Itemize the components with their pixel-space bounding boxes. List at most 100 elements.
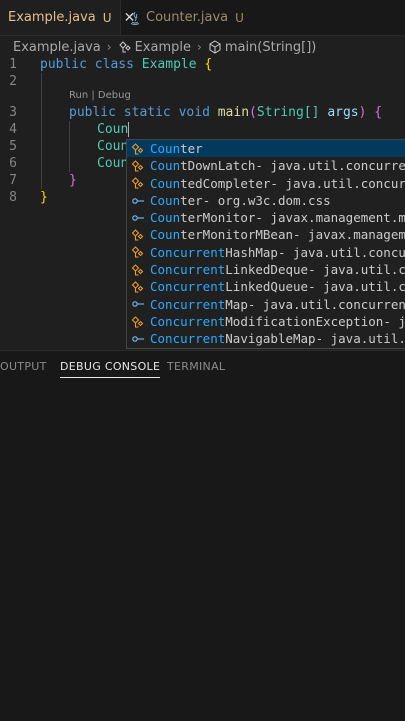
- suggestion-match: Concurrent: [150, 279, 226, 295]
- suggestion-rest: tedCompleter: [180, 175, 271, 191]
- suggestion-detail: - java.util.concurrent: [308, 262, 405, 278]
- class-icon: [131, 246, 144, 258]
- suggestion-detail: - java.util.concurrent: [315, 331, 405, 347]
- suggestion-detail: - java.util.concurrent: [270, 175, 405, 191]
- suggestion-item[interactable]: CountedCompleter - java.util.concurrent: [127, 175, 405, 192]
- untracked-badge: U: [235, 10, 244, 25]
- suggestion-rest: HashMap: [225, 244, 278, 260]
- untracked-badge: U: [102, 10, 112, 25]
- interface-icon: [132, 336, 144, 342]
- bottom-panel: OUTPUT DEBUG CONSOLE TERMINAL: [0, 350, 405, 721]
- line-number: 3: [9, 105, 17, 120]
- suggestion-match: Concurrent: [150, 313, 226, 329]
- suggestion-label: CounterMonitor: [150, 209, 255, 226]
- method-cube-icon: [209, 40, 221, 54]
- suggestion-item[interactable]: ConcurrentNavigableMap - java.util.concu…: [127, 330, 405, 347]
- suggestion-label: CounterMonitorMBean: [150, 226, 293, 243]
- line-number: 4: [9, 122, 17, 137]
- suggestion-label: ConcurrentHashMap: [150, 244, 278, 261]
- suggestion-detail: - java.util: [383, 313, 405, 329]
- java-file-icon: [130, 11, 140, 25]
- code-line-7: }: [69, 173, 77, 188]
- suggestion-detail: - javax.management.monitor: [255, 210, 405, 226]
- suggestion-detail: - java.util.concurrent: [308, 279, 405, 295]
- line-number: 5: [9, 139, 17, 154]
- code-line-5: Coun: [97, 139, 129, 154]
- code-line-1: public class Example {: [40, 57, 213, 72]
- suggestion-detail: - javax.management.monitor: [293, 227, 405, 243]
- class-icon: [131, 315, 144, 328]
- tab-example-java[interactable]: Example.java U ✕: [0, 0, 135, 35]
- interface-icon: [132, 197, 144, 204]
- interface-icon: [132, 301, 144, 308]
- suggestion-label: ConcurrentLinkedQueue: [150, 278, 308, 295]
- suggestion-match: Coun: [150, 175, 181, 191]
- code-line-3: public static void main(String[] args) {: [69, 105, 383, 120]
- suggestion-rest: LinkedDeque: [225, 262, 309, 278]
- suggestion-label: ConcurrentMap: [150, 296, 248, 313]
- line-number: 1: [9, 57, 17, 72]
- suggestion-match: Concurrent: [150, 244, 226, 260]
- line-number: 6: [9, 156, 17, 171]
- suggestion-rest: terMonitorMBean: [180, 227, 293, 243]
- tab-output[interactable]: OUTPUT: [0, 357, 47, 377]
- suggestion-label: CountedCompleter: [150, 175, 270, 192]
- suggestion-label: ConcurrentModificationException: [150, 313, 383, 330]
- suggestion-label: ConcurrentLinkedDeque: [150, 261, 308, 278]
- suggestion-match: Coun: [150, 158, 181, 174]
- class-icon: [131, 229, 144, 241]
- breadcrumb-file[interactable]: Example.java: [13, 40, 101, 55]
- suggestion-detail: - java.util.concurrent: [277, 244, 405, 260]
- line-number: 7: [9, 173, 17, 188]
- breadcrumb-class[interactable]: Example: [135, 40, 191, 55]
- code-line-4: Coun: [97, 122, 130, 137]
- suggestion-item[interactable]: ConcurrentMap - java.util.concurrent: [127, 296, 405, 313]
- suggestion-label: ConcurrentNavigableMap: [150, 330, 316, 347]
- text-cursor: [128, 122, 130, 137]
- class-icon: [131, 142, 144, 155]
- class-icon: [118, 41, 131, 53]
- tab-label: Example.java: [8, 10, 96, 25]
- breadcrumb-method[interactable]: main(String[]): [225, 40, 317, 55]
- class-icon: [131, 177, 144, 189]
- suggestion-item[interactable]: ConcurrentLinkedDeque - java.util.concur…: [127, 261, 405, 278]
- codelens-run-debug[interactable]: Run | Debug: [69, 90, 131, 101]
- suggestion-label: Counter: [150, 140, 203, 157]
- suggestion-item[interactable]: ConcurrentLinkedQueue - java.util.concur…: [127, 278, 405, 295]
- suggestion-rest: terMonitor: [180, 210, 256, 226]
- suggestion-match: Coun: [150, 192, 181, 208]
- code-line-8: }: [40, 190, 48, 205]
- suggestion-detail: - java.util.concurrent: [255, 158, 405, 174]
- class-icon: [131, 263, 144, 276]
- suggestion-match: Coun: [150, 210, 181, 226]
- suggestion-match: Coun: [150, 141, 181, 156]
- suggestion-item[interactable]: CountDownLatch - java.util.concurrent: [127, 157, 405, 174]
- suggestion-match: Concurrent: [150, 331, 226, 347]
- tab-label: Counter.java: [146, 10, 229, 25]
- autocomplete-suggest-widget: Counter CountDownLatch - java.util.concur…: [126, 139, 405, 349]
- tab-debug-console[interactable]: DEBUG CONSOLE: [60, 357, 161, 378]
- suggestion-rest: ModificationException: [225, 313, 384, 329]
- suggestion-rest: ter: [180, 141, 203, 156]
- interface-icon: [132, 215, 144, 221]
- line-number: 2: [9, 74, 17, 89]
- tab-counter-java[interactable]: Counter.java U: [121, 0, 281, 35]
- suggestion-match: Concurrent: [150, 296, 226, 312]
- suggestion-item[interactable]: Counter: [127, 140, 405, 158]
- class-icon: [131, 160, 144, 172]
- tab-terminal[interactable]: TERMINAL: [167, 357, 225, 377]
- suggestion-item[interactable]: CounterMonitorMBean - javax.management.m…: [127, 226, 405, 243]
- suggestion-item[interactable]: Counter - org.w3c.dom.css: [127, 192, 405, 209]
- suggestion-item[interactable]: CounterMonitor - javax.management.monito…: [127, 209, 405, 226]
- suggestion-detail: - org.w3c.dom.css: [202, 192, 331, 208]
- line-number: 8: [9, 190, 17, 205]
- chevron-right-icon: ›: [106, 40, 112, 54]
- suggestion-rest: tDownLatch: [180, 158, 256, 174]
- code-line-6: Coun: [97, 156, 129, 171]
- suggestion-rest: LinkedQueue: [225, 279, 309, 295]
- suggestion-rest: NavigableMap: [225, 331, 316, 347]
- breadcrumb: Example.java › Example › main(String[]): [0, 36, 405, 58]
- suggestion-rest: ter: [180, 192, 203, 208]
- suggestion-item[interactable]: ConcurrentModificationException - java.u…: [127, 313, 405, 330]
- suggestion-item[interactable]: ConcurrentHashMap - java.util.concurrent: [127, 244, 405, 261]
